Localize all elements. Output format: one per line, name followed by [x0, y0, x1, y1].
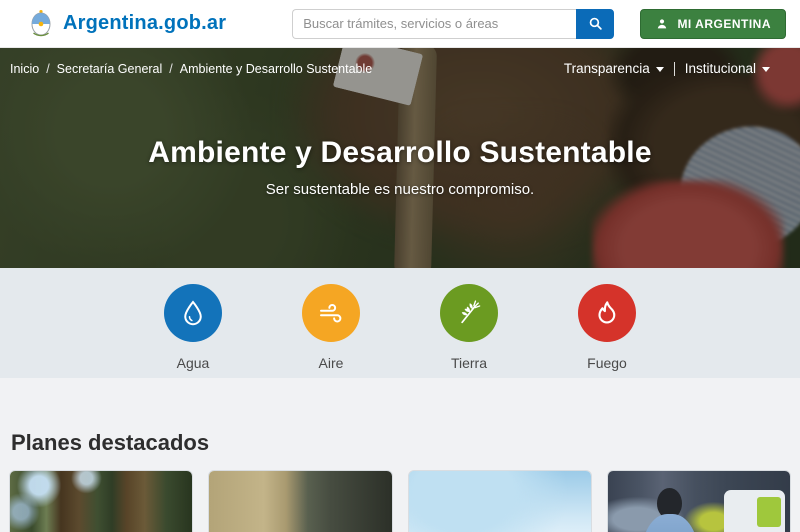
- element-label: Fuego: [587, 355, 627, 371]
- site-header: Argentina.gob.ar MI ARGENTINA: [0, 0, 800, 48]
- breadcrumb-link-secretaria-general[interactable]: Secretaría General: [57, 62, 163, 76]
- forest-trees-photo: [10, 471, 193, 532]
- breadcrumb-current-page[interactable]: Ambiente y Desarrollo Sustentable: [180, 62, 372, 76]
- breadcrumb-link-inicio[interactable]: Inicio: [10, 62, 39, 76]
- breadcrumb-separator: /: [169, 61, 173, 76]
- plan-card[interactable]: [9, 470, 194, 532]
- element-item-fuego[interactable]: Fuego: [572, 284, 642, 378]
- search-bar: [292, 8, 615, 39]
- element-item-aire[interactable]: Aire: [296, 284, 366, 378]
- hero-title-block: Ambiente y Desarrollo Sustentable Ser su…: [0, 136, 800, 198]
- page-subtitle: Ser sustentable es nuestro compromiso.: [265, 181, 535, 198]
- element-label: Tierra: [450, 355, 488, 371]
- transparencia-dropdown[interactable]: Transparencia: [564, 61, 664, 76]
- planes-section: Planes destacados: [0, 378, 800, 532]
- wind-turbines-sky-photo: [408, 471, 591, 532]
- breadcrumb: Inicio / Secretaría General / Ambiente y…: [10, 62, 372, 76]
- officer-body: [640, 514, 699, 532]
- institucional-dropdown[interactable]: Institucional: [685, 61, 770, 76]
- transparencia-label: Transparencia: [563, 61, 650, 76]
- argentina-coat-of-arms-icon: [31, 9, 51, 36]
- home-logo-link[interactable]: Argentina.gob.ar: [28, 9, 226, 39]
- water-drop-icon: [164, 284, 222, 342]
- flame-icon: [578, 284, 636, 342]
- wheat-icon: [440, 284, 498, 342]
- element-label: Aire: [318, 355, 344, 371]
- search-icon: [589, 17, 602, 30]
- element-item-tierra[interactable]: Tierra: [434, 284, 504, 378]
- element-label: Agua: [176, 355, 210, 371]
- hero-content: Inicio / Secretaría General / Ambiente y…: [0, 48, 800, 268]
- institucional-label: Institucional: [684, 61, 756, 76]
- plan-card[interactable]: [407, 470, 592, 532]
- brand-name: Argentina.gob.ar: [63, 12, 227, 34]
- search-button[interactable]: [576, 8, 615, 39]
- wind-icon: [302, 284, 360, 342]
- elements-nav: Agua Aire Tierra Fuego: [0, 268, 800, 378]
- nav-divider: [673, 61, 675, 76]
- mi-argentina-button[interactable]: MI ARGENTINA: [640, 8, 786, 39]
- element-item-agua[interactable]: Agua: [158, 284, 228, 378]
- hero-banner: Inicio / Secretaría General / Ambiente y…: [0, 48, 800, 268]
- environmental-control-brigade-photo: [607, 471, 790, 532]
- breadcrumb-separator: /: [46, 61, 50, 76]
- chevron-down-icon: [762, 67, 770, 72]
- plan-cards-row: [9, 470, 791, 532]
- section-heading: Planes destacados: [11, 430, 210, 455]
- hero-secondary-nav: Transparencia Institucional: [564, 61, 770, 76]
- plan-card[interactable]: [606, 470, 791, 532]
- ranger-holding-bird-photo: [209, 471, 392, 532]
- plan-card[interactable]: [208, 470, 393, 532]
- search-input[interactable]: [292, 8, 577, 39]
- page-title: Ambiente y Desarrollo Sustentable: [148, 136, 652, 169]
- chevron-down-icon: [655, 67, 664, 72]
- hero-topbar: Inicio / Secretaría General / Ambiente y…: [0, 48, 800, 76]
- control-van: [724, 490, 785, 532]
- mi-argentina-label: MI ARGENTINA: [677, 16, 771, 31]
- user-icon: [658, 18, 667, 28]
